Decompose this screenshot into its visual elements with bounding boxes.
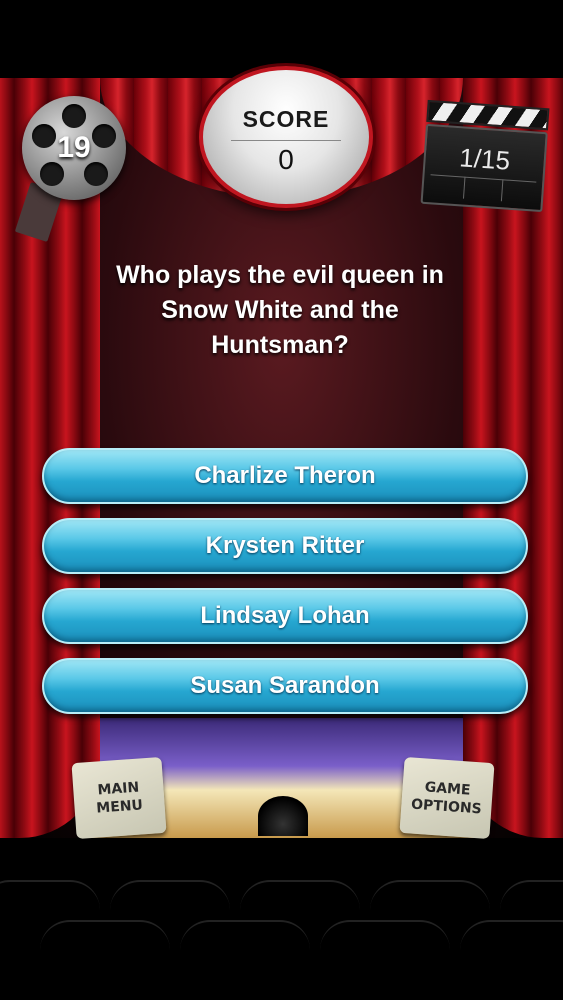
answer-button-2[interactable]: Krysten Ritter (42, 518, 528, 574)
question-text: Who plays the evil queen in Snow White a… (70, 258, 490, 363)
score-divider (231, 140, 341, 141)
main-menu-button[interactable]: MAIN MENU (71, 756, 167, 840)
game-options-button[interactable]: GAME OPTIONS (399, 756, 495, 840)
stage-spotlight (258, 796, 308, 836)
score-value: 0 (278, 144, 294, 175)
game-options-label-line2: OPTIONS (410, 796, 483, 818)
score-label: SCORE (242, 106, 330, 132)
question-line: Snow White and the (161, 296, 399, 324)
theater-seats (0, 860, 563, 1000)
clapperboard-icon: 1/15 (420, 99, 550, 213)
main-menu-label-line2: MENU (95, 797, 144, 817)
question-line: Who plays the evil queen in (116, 261, 444, 289)
question-progress: 1/15 (458, 142, 512, 176)
answer-button-4[interactable]: Susan Sarandon (42, 658, 528, 714)
timer-value: 19 (57, 131, 91, 164)
answer-button-1[interactable]: Charlize Theron (42, 448, 528, 504)
question-line: Huntsman? (211, 331, 349, 359)
answer-button-3[interactable]: Lindsay Lohan (42, 588, 528, 644)
score-panel: SCORE 0 (199, 66, 373, 208)
clapper-body: 1/15 (420, 123, 548, 213)
